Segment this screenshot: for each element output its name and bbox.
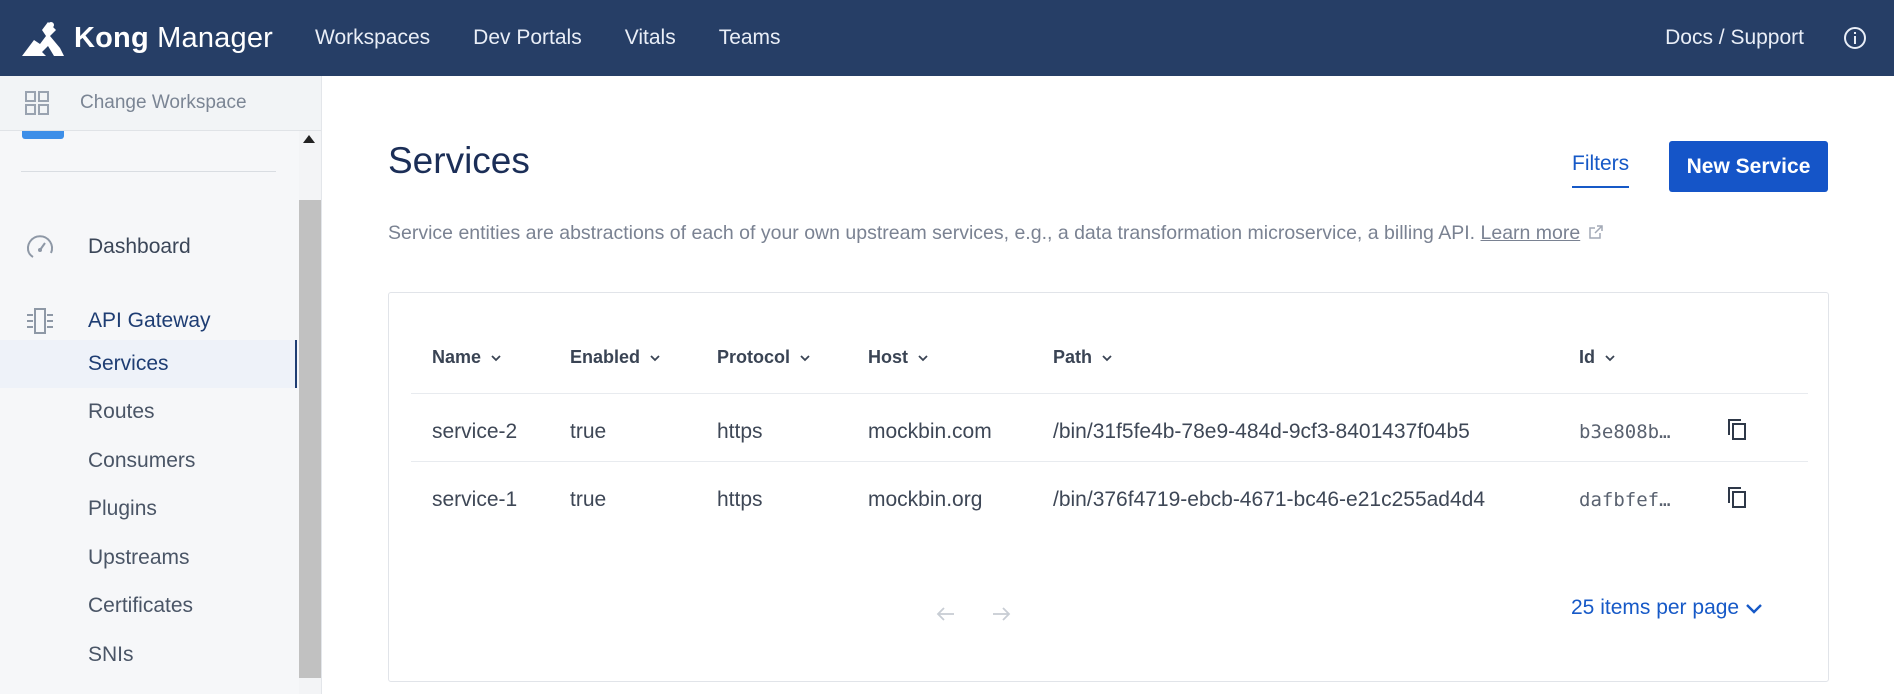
copy-icon[interactable] <box>1726 486 1748 510</box>
chevron-down-icon <box>491 354 501 361</box>
cell-protocol: https <box>717 488 763 511</box>
scroll-up-arrow-icon[interactable] <box>303 135 315 143</box>
cell-enabled: true <box>570 420 607 443</box>
cell-host: mockbin.org <box>868 488 983 511</box>
column-header-path[interactable]: Path <box>1053 347 1113 368</box>
cell-id: dafbfef… <box>1579 489 1671 511</box>
header-label-path: Path <box>1053 347 1093 367</box>
sidebar-label-api-gateway: API Gateway <box>88 309 211 332</box>
top-navbar: Kong Manager Workspaces Dev Portals Vita… <box>0 0 1894 76</box>
column-header-protocol[interactable]: Protocol <box>717 347 811 368</box>
sidebar-item-routes[interactable]: Routes <box>0 388 297 436</box>
new-service-button[interactable]: New Service <box>1669 141 1828 192</box>
page-description: Service entities are abstractions of eac… <box>388 222 1604 245</box>
change-workspace-bar[interactable]: Change Workspace <box>0 76 321 131</box>
items-per-page-select[interactable]: 25 items per page <box>1571 596 1763 620</box>
sidebar-item-api-gateway[interactable]: API Gateway <box>0 296 297 346</box>
sidebar: Change Workspace Dashboard API Gateway S… <box>0 76 322 694</box>
chevron-down-icon <box>1102 354 1112 361</box>
column-header-id[interactable]: Id <box>1579 347 1616 368</box>
top-right: Docs / Support <box>1665 0 1894 76</box>
dashboard-gauge-icon <box>27 235 53 258</box>
kong-logo-icon <box>22 22 64 56</box>
cell-protocol: https <box>717 420 763 443</box>
arrow-left-icon[interactable] <box>936 607 956 621</box>
main-content: Services Filters New Service Service ent… <box>322 76 1894 694</box>
brand-name: Kong Manager <box>74 22 273 55</box>
brand-light: Manager <box>157 21 274 54</box>
sidebar-item-dashboard[interactable]: Dashboard <box>0 222 297 272</box>
chevron-down-icon <box>800 354 810 361</box>
column-header-enabled[interactable]: Enabled <box>570 347 661 368</box>
header-label-id: Id <box>1579 347 1595 367</box>
nav-dev-portals[interactable]: Dev Portals <box>473 0 582 76</box>
header-label-name: Name <box>432 347 482 367</box>
sidebar-divider <box>21 171 276 172</box>
sidebar-item-upstreams[interactable]: Upstreams <box>0 534 297 582</box>
workspace-avatar-tab[interactable] <box>22 131 64 139</box>
chevron-down-icon <box>650 354 660 361</box>
row-divider <box>411 461 1808 462</box>
cell-name[interactable]: service-2 <box>432 420 517 444</box>
header-label-enabled: Enabled <box>570 347 641 367</box>
sidebar-item-plugins[interactable]: Plugins <box>0 485 297 533</box>
info-icon[interactable] <box>1842 25 1868 51</box>
chevron-down-icon <box>1605 354 1615 361</box>
grid-icon <box>25 91 49 115</box>
description-text: Service entities are abstractions of eac… <box>388 222 1476 244</box>
change-workspace-label: Change Workspace <box>80 92 247 113</box>
filters-button[interactable]: Filters <box>1572 152 1630 188</box>
sidebar-item-consumers[interactable]: Consumers <box>0 437 297 485</box>
cell-name[interactable]: service-1 <box>432 488 517 512</box>
chevron-down-icon <box>1746 604 1762 614</box>
cell-enabled: true <box>570 488 607 511</box>
top-nav-links: Workspaces Dev Portals Vitals Teams <box>315 0 824 76</box>
nav-vitals[interactable]: Vitals <box>625 0 676 76</box>
sidebar-item-services[interactable]: Services <box>0 340 297 388</box>
nav-workspaces[interactable]: Workspaces <box>315 0 430 76</box>
brand-bold: Kong <box>74 21 149 54</box>
header-label-protocol: Protocol <box>717 347 791 367</box>
external-link-icon[interactable] <box>1588 224 1604 240</box>
cell-id: b3e808b… <box>1579 421 1671 443</box>
header-divider <box>411 393 1808 394</box>
brand[interactable]: Kong Manager <box>20 0 273 76</box>
header-label-host: Host <box>868 347 908 367</box>
cell-path: /bin/31f5fe4b-78e9-484d-9cf3-8401437f04b… <box>1053 420 1470 443</box>
sidebar-item-certificates[interactable]: Certificates <box>0 582 297 630</box>
items-per-page-label: 25 items per page <box>1571 596 1740 619</box>
column-header-name[interactable]: Name <box>432 347 502 368</box>
services-table-card: Name Enabled Protocol Host Path Id servi… <box>388 292 1829 682</box>
cell-host: mockbin.com <box>868 420 992 443</box>
cell-path: /bin/376f4719-ebcb-4671-bc46-e21c255ad4d… <box>1053 488 1486 511</box>
column-header-host[interactable]: Host <box>868 347 929 368</box>
chevron-down-icon <box>918 354 928 361</box>
sidebar-scroll-thumb[interactable] <box>299 200 321 678</box>
sidebar-item-snis[interactable]: SNIs <box>0 631 297 679</box>
page-title: Services <box>388 140 530 181</box>
nav-teams[interactable]: Teams <box>719 0 781 76</box>
arrow-right-icon[interactable] <box>991 607 1011 621</box>
copy-icon[interactable] <box>1726 418 1748 442</box>
docs-support-link[interactable]: Docs / Support <box>1665 26 1804 50</box>
learn-more-link[interactable]: Learn more <box>1481 222 1581 244</box>
api-gateway-icon <box>27 308 53 334</box>
sidebar-label-dashboard: Dashboard <box>88 235 191 258</box>
